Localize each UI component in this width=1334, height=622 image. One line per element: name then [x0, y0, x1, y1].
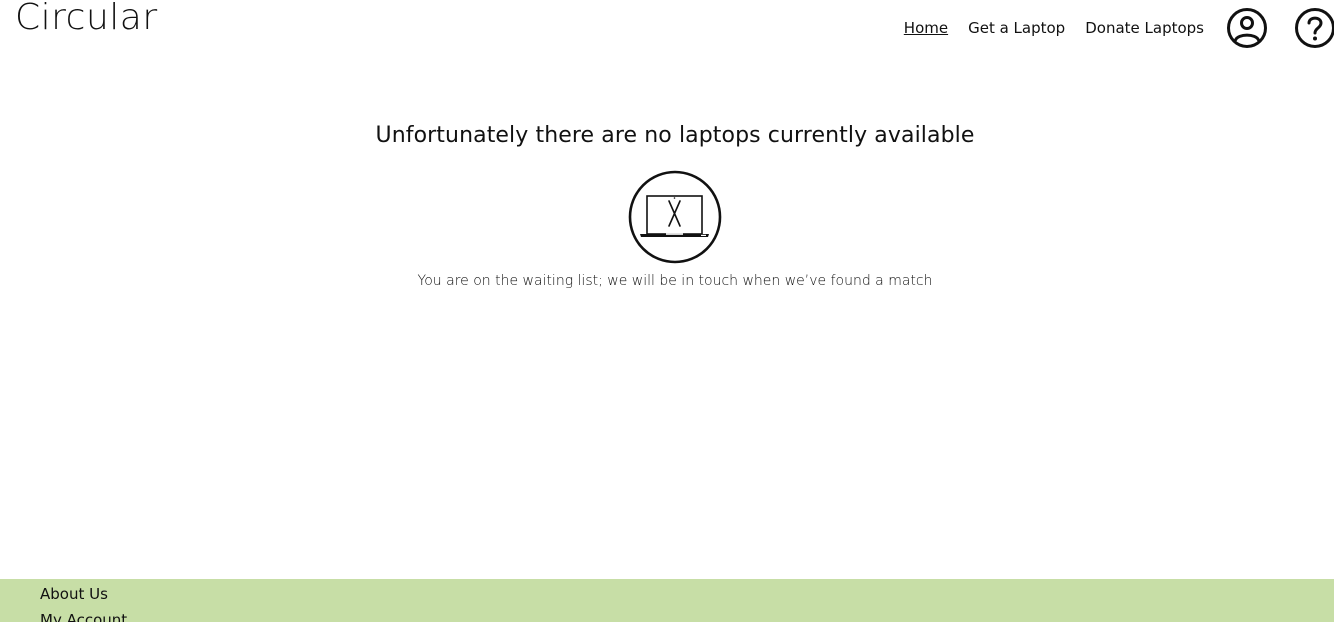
page-headline: Unfortunately there are no laptops curre… [375, 123, 975, 148]
main-nav: Home Get a Laptop Donate Laptops [884, 0, 1334, 52]
nav-link-get-laptop[interactable]: Get a Laptop [968, 18, 1065, 38]
waiting-list-message: You are on the waiting list; we will be … [417, 273, 933, 289]
help-button[interactable] [1294, 7, 1334, 49]
nav-link-donate-laptops[interactable]: Donate Laptops [1085, 18, 1204, 38]
footer: About Us My Account [0, 579, 1334, 622]
main-content: Unfortunately there are no laptops curre… [0, 118, 1334, 291]
brand-logo[interactable]: Circular [15, 0, 158, 40]
user-circle-icon [1227, 8, 1267, 48]
footer-link-my-account[interactable]: My Account [40, 607, 1334, 622]
footer-link-about-us[interactable]: About Us [40, 581, 1334, 607]
no-laptop-icon [628, 170, 722, 264]
account-button[interactable] [1226, 7, 1268, 49]
page: Circular Home Get a Laptop Donate Laptop… [0, 0, 1334, 622]
nav-link-home[interactable]: Home [904, 18, 948, 38]
question-circle-icon [1295, 8, 1334, 48]
